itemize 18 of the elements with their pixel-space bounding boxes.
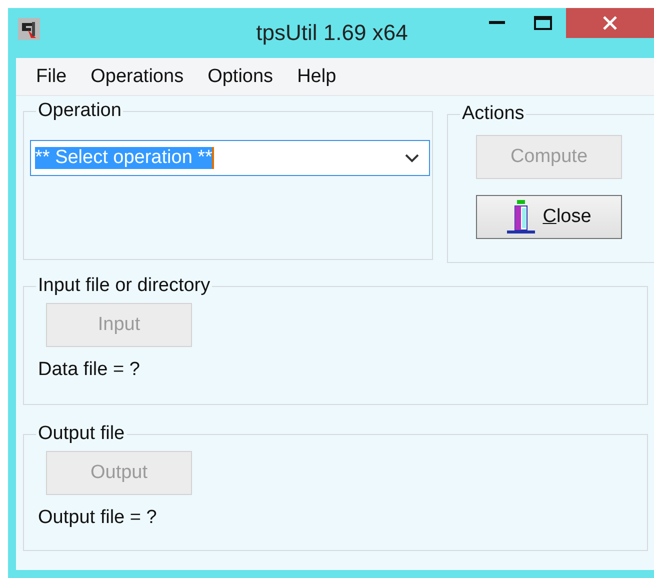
minimize-icon <box>489 21 505 25</box>
chevron-down-icon <box>405 154 419 162</box>
close-icon <box>602 15 618 31</box>
menu-item[interactable]: Operations <box>78 66 196 88</box>
group-label: Input file or directory <box>37 275 212 297</box>
group-label: Output file <box>37 423 126 445</box>
maximize-icon <box>534 16 552 30</box>
close-button[interactable] <box>566 8 654 38</box>
window-title: tpsUtil 1.69 x64 <box>256 20 408 46</box>
action-button[interactable]: Close <box>476 195 622 239</box>
data-file-status: Data file = ? <box>38 359 141 381</box>
group-label: Actions <box>461 103 526 125</box>
menu-item[interactable]: File <box>24 66 79 88</box>
output-file-status: Output file = ? <box>38 507 158 529</box>
app-icon <box>18 18 40 40</box>
group-label: Operation <box>37 100 122 122</box>
menu-item[interactable]: Help <box>285 66 348 88</box>
menu-item[interactable]: Options <box>196 66 286 88</box>
